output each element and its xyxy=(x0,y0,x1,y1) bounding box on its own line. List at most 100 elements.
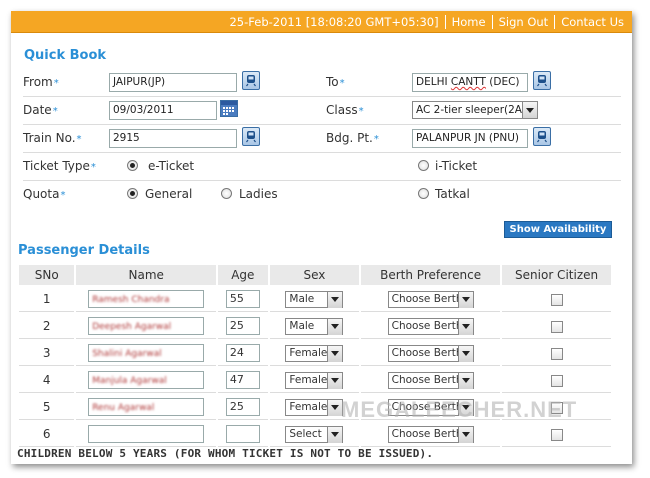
age-cell: 25 xyxy=(217,314,268,339)
e-ticket-radio[interactable] xyxy=(127,160,138,171)
to-station-input[interactable]: DELHI CANTT (DEC) xyxy=(412,73,528,92)
class-select[interactable]: AC 2-tier sleeper(2A) xyxy=(412,101,538,119)
senior-citizen-checkbox[interactable] xyxy=(550,428,563,441)
to-value-part: (DEC) xyxy=(485,76,520,88)
ticket-type-label: Ticket Type* xyxy=(23,159,96,173)
senior-citizen-checkbox[interactable] xyxy=(550,374,563,387)
passenger-age-input[interactable]: 25 xyxy=(225,398,260,416)
passenger-age-input[interactable]: 47 xyxy=(225,371,260,389)
sno-cell: 5 xyxy=(19,395,75,420)
from-station-input[interactable]: JAIPUR(JP) xyxy=(109,73,237,92)
chevron-down-icon[interactable] xyxy=(457,426,473,443)
i-ticket-label: i-Ticket xyxy=(435,159,478,173)
passenger-age-input[interactable]: 55 xyxy=(225,290,260,308)
chevron-down-icon[interactable] xyxy=(327,291,343,308)
passenger-name-input[interactable]: Ramesh Chandra xyxy=(88,290,205,308)
sex-select-value: Female xyxy=(289,346,328,359)
berth-select-value: Choose Berth xyxy=(391,427,463,440)
berth-cell: Choose Berth xyxy=(361,422,501,447)
col-header-sex: Sex xyxy=(269,265,360,285)
sex-cell: Male xyxy=(269,314,360,339)
station-search-icon[interactable] xyxy=(242,71,260,90)
to-value-part: DELHI xyxy=(416,76,451,88)
tatkal-quota-radio[interactable] xyxy=(418,188,429,199)
passenger-name-value: Deepesh Agarwal xyxy=(92,322,172,332)
senior-cell xyxy=(502,287,611,312)
to-label: To* xyxy=(326,75,345,89)
berth-select-value: Choose Berth xyxy=(391,292,463,305)
chevron-down-icon[interactable] xyxy=(457,372,473,389)
passenger-age-input[interactable]: 24 xyxy=(225,344,260,362)
top-bar: 25-Feb-2011 [18:08:20 GMT+05:30] Home Si… xyxy=(11,11,632,33)
sex-select[interactable]: Female xyxy=(285,398,344,416)
journey-date-input[interactable]: 09/03/2011 xyxy=(109,101,217,120)
ladies-quota-radio[interactable] xyxy=(221,188,232,199)
date-class-row: Date* 09/03/2011 Class* AC 2-tier sleepe… xyxy=(23,97,621,125)
station-search-icon[interactable] xyxy=(533,71,551,90)
senior-citizen-checkbox[interactable] xyxy=(550,293,563,306)
table-row: 2 Deepesh Agarwal 25 Male Choose Berth xyxy=(19,314,611,339)
sex-cell: Female xyxy=(269,368,360,393)
from-label: From* xyxy=(23,75,59,89)
chevron-down-icon[interactable] xyxy=(327,318,343,335)
name-cell: Ramesh Chandra xyxy=(76,287,216,312)
class-label: Class* xyxy=(326,103,364,117)
senior-cell xyxy=(502,422,611,447)
sno-cell: 6 xyxy=(19,422,75,447)
general-quota-label: General xyxy=(145,187,193,201)
chevron-down-icon[interactable] xyxy=(327,372,343,389)
passenger-name-input[interactable] xyxy=(88,425,205,443)
train-number-input[interactable]: 2915 xyxy=(109,129,237,148)
passenger-name-value: Shalini Agarwal xyxy=(92,349,162,359)
chevron-down-icon[interactable] xyxy=(522,102,537,118)
table-header-row: SNo Name Age Sex Berth Preference Senior… xyxy=(19,265,611,285)
passenger-age-input[interactable] xyxy=(225,425,260,443)
passenger-name-input[interactable]: Deepesh Agarwal xyxy=(88,317,205,335)
sex-select-value: Male xyxy=(289,319,315,332)
home-link[interactable]: Home xyxy=(446,15,492,29)
chevron-down-icon[interactable] xyxy=(327,426,343,443)
sex-select[interactable]: Select xyxy=(285,425,344,443)
sex-select[interactable]: Male xyxy=(285,290,344,308)
table-row: 3 Shalini Agarwal 24 Female Choose Berth xyxy=(19,341,611,366)
sex-select[interactable]: Male xyxy=(285,317,344,335)
col-header-age: Age xyxy=(217,265,268,285)
passenger-name-input[interactable]: Manjula Agarwal xyxy=(88,371,205,389)
passenger-age-input[interactable]: 25 xyxy=(225,317,260,335)
age-cell: 25 xyxy=(217,395,268,420)
berth-select-value: Choose Berth xyxy=(391,373,463,386)
sno-cell: 4 xyxy=(19,368,75,393)
chevron-down-icon[interactable] xyxy=(327,345,343,362)
calendar-icon[interactable] xyxy=(220,100,238,117)
berth-cell: Choose Berth xyxy=(361,314,501,339)
sex-select-value: Male xyxy=(289,292,315,305)
class-select-value: AC 2-tier sleeper(2A) xyxy=(416,104,527,116)
sex-select-value: Select xyxy=(289,427,322,440)
contact-us-link[interactable]: Contact Us xyxy=(555,15,630,29)
passenger-name-input[interactable]: Shalini Agarwal xyxy=(88,344,205,362)
senior-citizen-checkbox[interactable] xyxy=(550,320,563,333)
chevron-down-icon[interactable] xyxy=(457,318,473,335)
berth-preference-select[interactable]: Choose Berth xyxy=(387,425,474,443)
name-cell: Renu Agarwal xyxy=(76,395,216,420)
general-quota-radio[interactable] xyxy=(127,188,138,199)
train-search-icon[interactable] xyxy=(242,127,260,146)
boarding-point-input[interactable]: PALANPUR JN (PNU) xyxy=(412,129,528,148)
passenger-name-value: Renu Agarwal xyxy=(92,403,155,413)
senior-citizen-checkbox[interactable] xyxy=(550,347,563,360)
quota-label: Quota* xyxy=(23,187,66,201)
chevron-down-icon[interactable] xyxy=(457,345,473,362)
sex-select[interactable]: Female xyxy=(285,371,344,389)
berth-preference-select[interactable]: Choose Berth xyxy=(387,290,474,308)
berth-preference-select[interactable]: Choose Berth xyxy=(387,344,474,362)
berth-preference-select[interactable]: Choose Berth xyxy=(387,317,474,335)
show-availability-button[interactable]: Show Availability xyxy=(504,221,612,238)
station-search-icon[interactable] xyxy=(533,127,551,146)
passenger-name-input[interactable]: Renu Agarwal xyxy=(88,398,205,416)
i-ticket-radio[interactable] xyxy=(418,160,429,171)
sex-cell: Select xyxy=(269,422,360,447)
sign-out-link[interactable]: Sign Out xyxy=(493,15,555,29)
berth-preference-select[interactable]: Choose Berth xyxy=(387,371,474,389)
chevron-down-icon[interactable] xyxy=(457,291,473,308)
sex-select[interactable]: Female xyxy=(285,344,344,362)
